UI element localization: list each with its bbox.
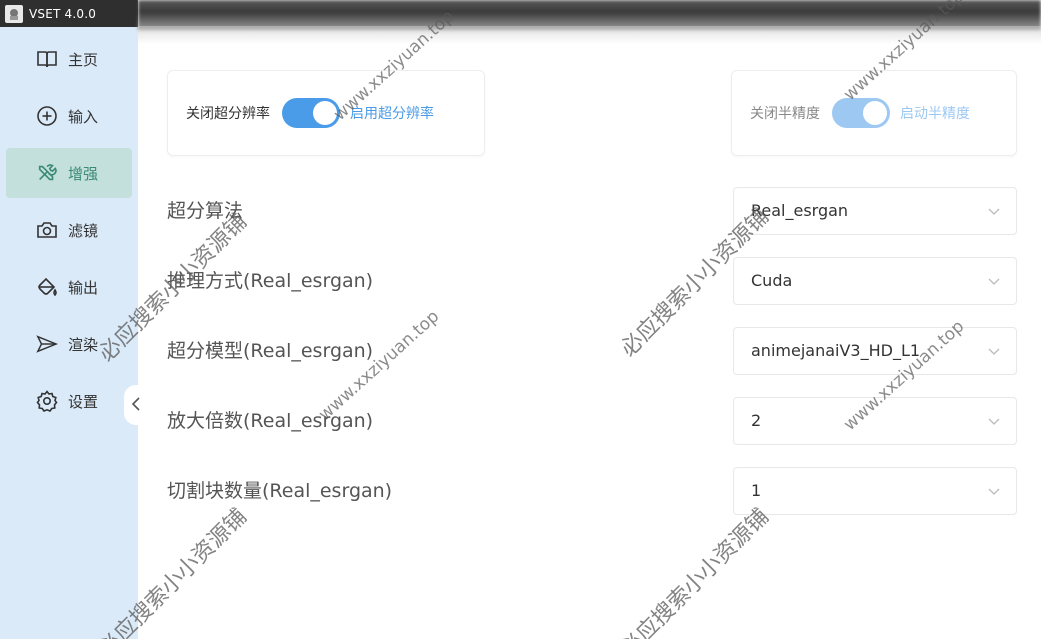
- setting-label: 放大倍数(Real_esrgan): [167, 410, 374, 432]
- setting-label: 超分算法: [167, 200, 244, 222]
- chevron-down-icon: [988, 348, 1000, 355]
- sidebar-item-label: 渲染: [68, 335, 99, 354]
- sidebar-item-render[interactable]: 渲染: [6, 319, 132, 369]
- select-value: Real_esrgan: [751, 201, 849, 220]
- sidebar-item-label: 增强: [68, 164, 99, 183]
- plus-circle-icon: [36, 105, 58, 127]
- enhance-panel: 关闭超分辨率 启用超分辨率 关闭半精度 启动半精度 超分算法 Real_esrg…: [138, 30, 1041, 639]
- half-precision-on-label: 启动半精度: [900, 106, 970, 122]
- chevron-down-icon: [988, 418, 1000, 425]
- sidebar-item-enhance[interactable]: 增强: [6, 148, 132, 198]
- setting-label: 推理方式(Real_esrgan): [167, 270, 374, 292]
- setting-row-tiles: 切割块数量(Real_esrgan) 1: [167, 467, 1017, 515]
- super-resolution-off-label: 关闭超分辨率: [186, 106, 270, 122]
- setting-row-inference: 推理方式(Real_esrgan) Cuda: [167, 257, 1017, 305]
- sidebar-item-label: 输出: [68, 278, 99, 297]
- half-precision-toggle-row: 关闭半精度 启动半精度: [750, 71, 970, 155]
- setting-label: 超分模型(Real_esrgan): [167, 340, 374, 362]
- setting-row-model: 超分模型(Real_esrgan) animejanaiV3_HD_L1: [167, 327, 1017, 375]
- sidebar-item-label: 输入: [68, 107, 99, 126]
- super-resolution-switch[interactable]: [282, 98, 340, 128]
- book-icon: [36, 48, 58, 70]
- gear-icon: [36, 390, 58, 412]
- send-icon: [36, 333, 58, 355]
- sidebar-item-home[interactable]: 主页: [6, 34, 132, 84]
- sidebar-item-settings[interactable]: 设置: [6, 376, 132, 426]
- algorithm-select[interactable]: Real_esrgan: [733, 187, 1017, 235]
- sidebar-item-label: 滤镜: [68, 221, 99, 240]
- super-resolution-toggle-row: 关闭超分辨率 启用超分辨率: [186, 71, 434, 155]
- select-value: animejanaiV3_HD_L1: [751, 341, 921, 360]
- switch-knob: [313, 101, 337, 125]
- inference-select[interactable]: Cuda: [733, 257, 1017, 305]
- title-bar: VSET 4.0.0: [0, 0, 138, 27]
- scale-select[interactable]: 2: [733, 397, 1017, 445]
- chevron-down-icon: [988, 208, 1000, 215]
- paint-bucket-icon: [36, 276, 58, 298]
- sidebar-item-filter[interactable]: 滤镜: [6, 205, 132, 255]
- camera-icon: [36, 219, 58, 241]
- half-precision-off-label: 关闭半精度: [750, 106, 820, 122]
- super-resolution-toggle-card: 关闭超分辨率 启用超分辨率: [167, 70, 485, 156]
- select-value: Cuda: [751, 271, 793, 290]
- select-value: 1: [751, 481, 762, 500]
- half-precision-toggle-card: 关闭半精度 启动半精度: [731, 70, 1017, 156]
- chevron-down-icon: [988, 488, 1000, 495]
- sidebar-item-label: 主页: [68, 50, 99, 69]
- tile-count-select[interactable]: 1: [733, 467, 1017, 515]
- sidebar-item-output[interactable]: 输出: [6, 262, 132, 312]
- tools-icon: [36, 162, 58, 184]
- model-select[interactable]: animejanaiV3_HD_L1: [733, 327, 1017, 375]
- switch-knob: [863, 101, 887, 125]
- app-logo-icon: [5, 4, 23, 23]
- setting-row-algorithm: 超分算法 Real_esrgan: [167, 187, 1017, 235]
- sidebar: VSET 4.0.0 主页 输入 增强 滤镜 输出 渲染 设置: [0, 0, 148, 639]
- sidebar-item-label: 设置: [68, 392, 99, 411]
- super-resolution-on-label: 启用超分辨率: [350, 106, 434, 122]
- sidebar-nav: 主页 输入 增强 滤镜 输出 渲染 设置: [0, 34, 138, 433]
- setting-row-scale: 放大倍数(Real_esrgan) 2: [167, 397, 1017, 445]
- app-title: VSET 4.0.0: [29, 6, 97, 21]
- select-value: 2: [751, 411, 762, 430]
- chevron-down-icon: [988, 278, 1000, 285]
- setting-label: 切割块数量(Real_esrgan): [167, 480, 393, 502]
- sidebar-item-input[interactable]: 输入: [6, 91, 132, 141]
- half-precision-switch[interactable]: [832, 98, 890, 128]
- app-window: VSET 4.0.0 主页 输入 增强 滤镜 输出 渲染 设置 关闭超分辨率 启…: [0, 0, 1041, 639]
